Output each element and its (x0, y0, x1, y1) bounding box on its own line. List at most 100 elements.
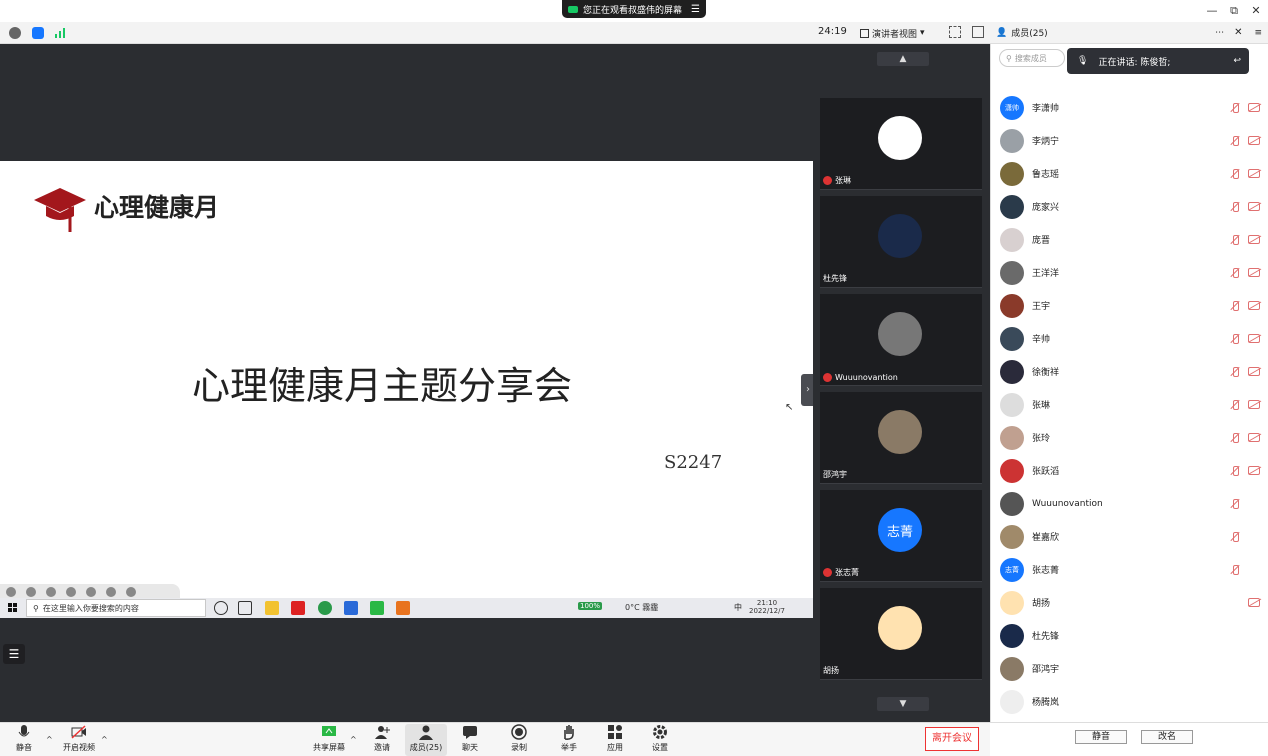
windows-start-icon[interactable] (8, 603, 18, 613)
mute-button[interactable]: 静音 (4, 724, 44, 756)
close-button[interactable]: ✕ (1248, 3, 1264, 19)
chat-button[interactable]: 聊天 (450, 724, 490, 756)
participant-row[interactable]: 张跃滔 (1000, 454, 1262, 487)
close-panel-icon[interactable]: ✕ (1234, 27, 1242, 38)
participant-row[interactable]: Wuuunovantion (1000, 487, 1262, 520)
participant-row[interactable]: 张琳 (1000, 388, 1262, 421)
ime-indicator[interactable]: 中 (734, 602, 742, 613)
camera-off-icon[interactable] (1248, 598, 1260, 607)
taskbar-search-box[interactable]: ⚲ 在这里输入你要搜索的内容 (26, 599, 206, 617)
camera-off-icon[interactable] (1248, 334, 1260, 343)
camera-off-icon[interactable] (1248, 301, 1260, 310)
mic-off-icon[interactable] (1230, 234, 1240, 245)
participant-row[interactable]: 潇帅 李潇帅 (1000, 91, 1262, 124)
reply-icon[interactable]: ↩ (1233, 56, 1241, 66)
mic-off-icon[interactable] (1230, 366, 1240, 377)
minimize-button[interactable]: — (1204, 3, 1220, 19)
participant-row[interactable]: 辛帅 (1000, 322, 1262, 355)
mic-off-icon[interactable] (1230, 135, 1240, 146)
participant-row[interactable]: 胡扬 (1000, 586, 1262, 619)
mic-off-icon[interactable] (1230, 300, 1240, 311)
mic-off-icon[interactable] (1230, 333, 1240, 344)
mic-off-icon[interactable] (1230, 432, 1240, 443)
wps-icon[interactable] (291, 601, 305, 615)
camera-off-icon[interactable] (1248, 268, 1260, 277)
signal-icon[interactable] (55, 28, 67, 38)
participant-row[interactable]: 志菁 张志菁 (1000, 553, 1262, 586)
weather-status[interactable]: 0°C 霧霾 (625, 602, 658, 613)
participant-row[interactable]: 李炳宁 (1000, 124, 1262, 157)
participant-row[interactable]: 杨腾岚 (1000, 685, 1262, 718)
video-tile[interactable]: 张琳 (820, 98, 982, 190)
members-button[interactable]: 成员(25) (405, 724, 447, 756)
camera-icon[interactable] (66, 587, 76, 597)
pen-icon[interactable] (6, 587, 16, 597)
view-mode-dropdown[interactable]: 演讲者视图 ▾ (860, 25, 938, 41)
camera-off-icon[interactable] (1248, 136, 1260, 145)
highlighter-icon[interactable] (26, 587, 36, 597)
apps-button[interactable]: 应用 (595, 724, 635, 756)
video-tile[interactable]: 胡扬 (820, 588, 982, 680)
participant-row[interactable]: 崔嘉欣 (1000, 520, 1262, 553)
video-tile[interactable]: Wuuunovantion (820, 294, 982, 386)
mic-off-icon[interactable] (1230, 267, 1240, 278)
participant-row[interactable]: 杜先锋 (1000, 619, 1262, 652)
camera-off-icon[interactable] (1248, 169, 1260, 178)
more-icon[interactable] (126, 587, 136, 597)
menu-icon[interactable]: ☰ (691, 4, 700, 15)
layout-icon[interactable] (972, 26, 984, 38)
strip-up-arrow-icon[interactable]: ▲ (877, 52, 929, 66)
video-icon[interactable] (86, 587, 96, 597)
chevron-up-icon[interactable]: ^ (46, 735, 53, 744)
record-button[interactable]: 录制 (499, 724, 539, 756)
video-tile[interactable]: 邵鸿宇 (820, 392, 982, 484)
list-menu-icon[interactable]: ☰ (3, 644, 25, 664)
chrome-icon[interactable] (318, 601, 332, 615)
strip-down-arrow-icon[interactable]: ▼ (877, 697, 929, 711)
participant-row[interactable]: 张玲 (1000, 421, 1262, 454)
chevron-up-icon[interactable]: ^ (350, 735, 357, 744)
participant-search-input[interactable]: ⚲ 搜索成员 (999, 49, 1065, 67)
participant-row[interactable]: 庞家兴 (1000, 190, 1262, 223)
mic-off-icon[interactable] (1230, 399, 1240, 410)
task-view-icon[interactable] (238, 601, 252, 615)
pop-out-icon[interactable]: ≡ (1254, 28, 1262, 38)
participant-row[interactable]: 邵鸿宇 (1000, 652, 1262, 685)
participant-row[interactable]: 王宇 (1000, 289, 1262, 322)
mic-off-icon[interactable] (1230, 201, 1240, 212)
share-screen-button[interactable]: 共享屏幕 (309, 724, 349, 756)
mic-off-icon[interactable] (1230, 564, 1240, 575)
rename-button[interactable]: 改名 (1141, 730, 1193, 744)
screen-share-banner[interactable]: 您正在观看叔盛伟的屏幕 ☰ (562, 0, 706, 18)
camera-off-icon[interactable] (1248, 235, 1260, 244)
camera-off-icon[interactable] (1248, 202, 1260, 211)
raise-hand-button[interactable]: 举手 (549, 724, 589, 756)
participant-row[interactable]: 徐衡祥 (1000, 355, 1262, 388)
camera-off-icon[interactable] (1248, 367, 1260, 376)
camera-off-icon[interactable] (1248, 466, 1260, 475)
mic-off-icon[interactable] (1230, 465, 1240, 476)
camera-off-icon[interactable] (1248, 400, 1260, 409)
leave-meeting-button[interactable]: 离开会议 (925, 727, 979, 751)
wechat-icon[interactable] (370, 601, 384, 615)
mute-all-button[interactable]: 静音 (1075, 730, 1127, 744)
eraser-icon[interactable] (46, 587, 56, 597)
camera-off-icon[interactable] (1248, 433, 1260, 442)
mic-off-icon[interactable] (1230, 102, 1240, 113)
tencent-meeting-icon[interactable] (344, 601, 358, 615)
more-options-icon[interactable]: ⋯ (1215, 28, 1224, 38)
shield-icon[interactable] (32, 27, 44, 39)
note-icon[interactable] (106, 587, 116, 597)
mic-off-icon[interactable] (1230, 498, 1240, 509)
participant-row[interactable]: 王洋洋 (1000, 256, 1262, 289)
cortana-icon[interactable] (214, 601, 228, 615)
invite-button[interactable]: 邀请 (362, 724, 402, 756)
chevron-up-icon[interactable]: ^ (101, 735, 108, 744)
video-tile[interactable]: 志菁 张志菁 (820, 490, 982, 582)
participant-row[interactable]: 庞晋 (1000, 223, 1262, 256)
media-player-icon[interactable] (396, 601, 410, 615)
file-explorer-icon[interactable] (265, 601, 279, 615)
video-tile[interactable]: 杜先锋 (820, 196, 982, 288)
mic-off-icon[interactable] (1230, 531, 1240, 542)
video-button[interactable]: 开启视频 (59, 724, 99, 756)
